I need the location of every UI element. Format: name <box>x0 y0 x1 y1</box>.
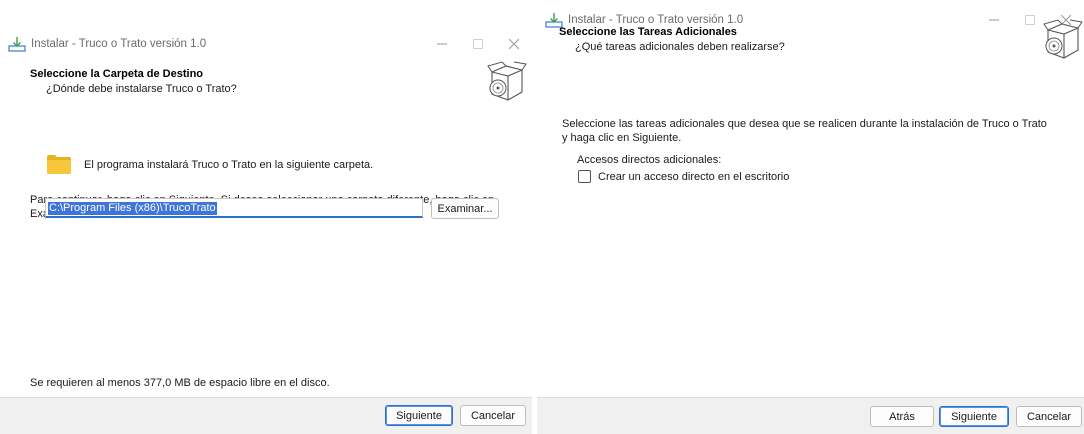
minimize-icon <box>989 19 999 21</box>
close-icon <box>509 39 519 49</box>
page-header: Seleccione la Carpeta de Destino ¿Dónde … <box>0 58 532 116</box>
title-bar: Instalar - Truco o Trato versión 1.0 <box>0 30 532 58</box>
group-label: Accesos directos adicionales: <box>577 154 722 166</box>
maximize-button[interactable] <box>460 30 496 58</box>
browse-button[interactable]: Examinar... <box>431 198 499 219</box>
folder-icon <box>47 155 71 174</box>
cancel-button[interactable]: Cancelar <box>460 405 526 426</box>
next-button[interactable]: Siguiente <box>385 405 453 426</box>
back-button[interactable]: Atrás <box>870 406 934 427</box>
button-bar: Siguiente Cancelar <box>0 397 532 434</box>
installer-window-tasks: Instalar - Truco o Trato versión 1.0 Sel… <box>537 6 1084 434</box>
close-button[interactable] <box>496 30 532 58</box>
desktop-shortcut-option[interactable]: Crear un acceso directo en el escritorio <box>578 170 789 183</box>
next-button[interactable]: Siguiente <box>939 406 1009 427</box>
description-line-2: y haga clic en Siguiente. <box>562 132 682 144</box>
page-subtitle: ¿Dónde debe instalarse Truco o Trato? <box>46 83 237 95</box>
page-title: Seleccione las Tareas Adicionales <box>559 26 737 38</box>
installer-window-destination: Instalar - Truco o Trato versión 1.0 Sel… <box>0 30 532 434</box>
window-title: Instalar - Truco o Trato versión 1.0 <box>31 38 207 50</box>
installer-icon <box>8 37 26 52</box>
description-line-1: Seleccione las tareas adicionales que de… <box>562 118 1047 130</box>
destination-path-text: C:\Program Files (x86)\TrucoTrato <box>48 201 217 215</box>
setup-box-disc-icon <box>1043 19 1083 59</box>
space-required-text: Se requieren al menos 377,0 MB de espaci… <box>30 377 330 389</box>
page-title: Seleccione la Carpeta de Destino <box>30 68 204 80</box>
window-title: Instalar - Truco o Trato versión 1.0 <box>568 14 744 26</box>
cancel-button[interactable]: Cancelar <box>1016 406 1082 427</box>
destination-path-input[interactable]: C:\Program Files (x86)\TrucoTrato <box>45 198 423 218</box>
minimize-button[interactable] <box>976 6 1012 34</box>
page-subtitle: ¿Qué tareas adicionales deben realizarse… <box>575 41 785 53</box>
minimize-button[interactable] <box>424 30 460 58</box>
maximize-icon <box>1025 15 1035 25</box>
setup-box-disc-icon <box>487 61 527 101</box>
folder-message: El programa instalará Truco o Trato en l… <box>84 159 374 171</box>
minimize-icon <box>437 43 447 45</box>
button-bar: Atrás Siguiente Cancelar <box>537 397 1084 434</box>
maximize-icon <box>473 39 483 49</box>
desktop-shortcut-label: Crear un acceso directo en el escritorio <box>598 170 790 183</box>
desktop-shortcut-checkbox[interactable] <box>578 170 591 183</box>
page-header: Seleccione las Tareas Adicionales ¿Qué t… <box>537 19 1084 92</box>
